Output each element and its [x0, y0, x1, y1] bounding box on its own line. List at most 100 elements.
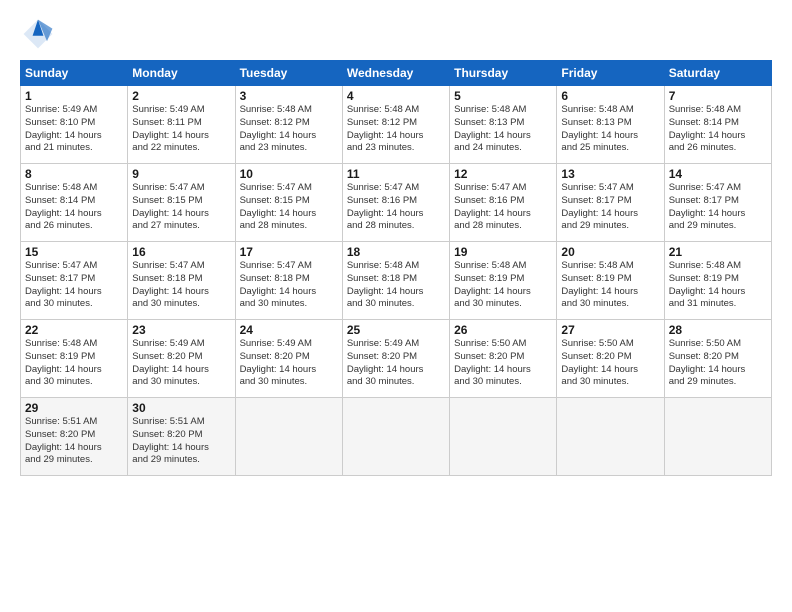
day-number: 19	[454, 245, 552, 259]
calendar-table: SundayMondayTuesdayWednesdayThursdayFrid…	[20, 60, 772, 476]
day-number: 8	[25, 167, 123, 181]
day-number: 22	[25, 323, 123, 337]
day-info: Sunrise: 5:50 AM Sunset: 8:20 PM Dayligh…	[669, 338, 767, 389]
calendar-cell: 16Sunrise: 5:47 AM Sunset: 8:18 PM Dayli…	[128, 242, 235, 320]
weekday-row: SundayMondayTuesdayWednesdayThursdayFrid…	[21, 61, 772, 86]
day-number: 17	[240, 245, 338, 259]
day-number: 15	[25, 245, 123, 259]
calendar-header: SundayMondayTuesdayWednesdayThursdayFrid…	[21, 61, 772, 86]
day-info: Sunrise: 5:47 AM Sunset: 8:17 PM Dayligh…	[561, 182, 659, 233]
calendar-week-row: 29Sunrise: 5:51 AM Sunset: 8:20 PM Dayli…	[21, 398, 772, 476]
day-info: Sunrise: 5:47 AM Sunset: 8:16 PM Dayligh…	[347, 182, 445, 233]
calendar-cell: 2Sunrise: 5:49 AM Sunset: 8:11 PM Daylig…	[128, 86, 235, 164]
day-info: Sunrise: 5:47 AM Sunset: 8:18 PM Dayligh…	[132, 260, 230, 311]
calendar-cell: 27Sunrise: 5:50 AM Sunset: 8:20 PM Dayli…	[557, 320, 664, 398]
day-number: 5	[454, 89, 552, 103]
day-number: 13	[561, 167, 659, 181]
day-info: Sunrise: 5:47 AM Sunset: 8:17 PM Dayligh…	[25, 260, 123, 311]
day-number: 1	[25, 89, 123, 103]
day-number: 11	[347, 167, 445, 181]
weekday-header: Thursday	[450, 61, 557, 86]
calendar-cell	[342, 398, 449, 476]
day-info: Sunrise: 5:49 AM Sunset: 8:20 PM Dayligh…	[347, 338, 445, 389]
day-number: 20	[561, 245, 659, 259]
day-info: Sunrise: 5:51 AM Sunset: 8:20 PM Dayligh…	[132, 416, 230, 467]
calendar-cell: 20Sunrise: 5:48 AM Sunset: 8:19 PM Dayli…	[557, 242, 664, 320]
day-info: Sunrise: 5:48 AM Sunset: 8:13 PM Dayligh…	[454, 104, 552, 155]
day-info: Sunrise: 5:48 AM Sunset: 8:12 PM Dayligh…	[347, 104, 445, 155]
calendar-cell	[450, 398, 557, 476]
logo	[20, 16, 60, 52]
calendar-cell: 8Sunrise: 5:48 AM Sunset: 8:14 PM Daylig…	[21, 164, 128, 242]
calendar-cell: 21Sunrise: 5:48 AM Sunset: 8:19 PM Dayli…	[664, 242, 771, 320]
day-info: Sunrise: 5:47 AM Sunset: 8:15 PM Dayligh…	[132, 182, 230, 233]
calendar-cell: 17Sunrise: 5:47 AM Sunset: 8:18 PM Dayli…	[235, 242, 342, 320]
day-info: Sunrise: 5:47 AM Sunset: 8:16 PM Dayligh…	[454, 182, 552, 233]
day-number: 27	[561, 323, 659, 337]
calendar-cell	[557, 398, 664, 476]
calendar-cell: 4Sunrise: 5:48 AM Sunset: 8:12 PM Daylig…	[342, 86, 449, 164]
day-number: 3	[240, 89, 338, 103]
calendar-week-row: 15Sunrise: 5:47 AM Sunset: 8:17 PM Dayli…	[21, 242, 772, 320]
calendar-cell: 3Sunrise: 5:48 AM Sunset: 8:12 PM Daylig…	[235, 86, 342, 164]
weekday-header: Tuesday	[235, 61, 342, 86]
day-number: 24	[240, 323, 338, 337]
calendar-week-row: 8Sunrise: 5:48 AM Sunset: 8:14 PM Daylig…	[21, 164, 772, 242]
day-info: Sunrise: 5:48 AM Sunset: 8:18 PM Dayligh…	[347, 260, 445, 311]
calendar-cell: 23Sunrise: 5:49 AM Sunset: 8:20 PM Dayli…	[128, 320, 235, 398]
weekday-header: Wednesday	[342, 61, 449, 86]
day-info: Sunrise: 5:49 AM Sunset: 8:20 PM Dayligh…	[132, 338, 230, 389]
day-info: Sunrise: 5:47 AM Sunset: 8:15 PM Dayligh…	[240, 182, 338, 233]
calendar-cell	[664, 398, 771, 476]
calendar-cell: 30Sunrise: 5:51 AM Sunset: 8:20 PM Dayli…	[128, 398, 235, 476]
calendar-cell: 22Sunrise: 5:48 AM Sunset: 8:19 PM Dayli…	[21, 320, 128, 398]
calendar-cell: 24Sunrise: 5:49 AM Sunset: 8:20 PM Dayli…	[235, 320, 342, 398]
calendar-cell	[235, 398, 342, 476]
calendar-cell: 11Sunrise: 5:47 AM Sunset: 8:16 PM Dayli…	[342, 164, 449, 242]
day-number: 6	[561, 89, 659, 103]
day-info: Sunrise: 5:48 AM Sunset: 8:19 PM Dayligh…	[25, 338, 123, 389]
day-info: Sunrise: 5:49 AM Sunset: 8:10 PM Dayligh…	[25, 104, 123, 155]
calendar-body: 1Sunrise: 5:49 AM Sunset: 8:10 PM Daylig…	[21, 86, 772, 476]
day-info: Sunrise: 5:50 AM Sunset: 8:20 PM Dayligh…	[454, 338, 552, 389]
calendar-cell: 6Sunrise: 5:48 AM Sunset: 8:13 PM Daylig…	[557, 86, 664, 164]
day-info: Sunrise: 5:49 AM Sunset: 8:20 PM Dayligh…	[240, 338, 338, 389]
day-info: Sunrise: 5:48 AM Sunset: 8:19 PM Dayligh…	[454, 260, 552, 311]
logo-icon	[20, 16, 56, 52]
calendar-cell: 18Sunrise: 5:48 AM Sunset: 8:18 PM Dayli…	[342, 242, 449, 320]
calendar-cell: 1Sunrise: 5:49 AM Sunset: 8:10 PM Daylig…	[21, 86, 128, 164]
calendar-cell: 28Sunrise: 5:50 AM Sunset: 8:20 PM Dayli…	[664, 320, 771, 398]
day-number: 16	[132, 245, 230, 259]
day-info: Sunrise: 5:51 AM Sunset: 8:20 PM Dayligh…	[25, 416, 123, 467]
day-number: 14	[669, 167, 767, 181]
calendar-cell: 29Sunrise: 5:51 AM Sunset: 8:20 PM Dayli…	[21, 398, 128, 476]
page: SundayMondayTuesdayWednesdayThursdayFrid…	[0, 0, 792, 612]
day-number: 25	[347, 323, 445, 337]
day-info: Sunrise: 5:48 AM Sunset: 8:12 PM Dayligh…	[240, 104, 338, 155]
weekday-header: Monday	[128, 61, 235, 86]
day-number: 26	[454, 323, 552, 337]
day-number: 23	[132, 323, 230, 337]
weekday-header: Friday	[557, 61, 664, 86]
day-number: 4	[347, 89, 445, 103]
day-number: 9	[132, 167, 230, 181]
calendar-cell: 14Sunrise: 5:47 AM Sunset: 8:17 PM Dayli…	[664, 164, 771, 242]
day-info: Sunrise: 5:47 AM Sunset: 8:17 PM Dayligh…	[669, 182, 767, 233]
day-info: Sunrise: 5:48 AM Sunset: 8:13 PM Dayligh…	[561, 104, 659, 155]
day-number: 10	[240, 167, 338, 181]
calendar-cell: 19Sunrise: 5:48 AM Sunset: 8:19 PM Dayli…	[450, 242, 557, 320]
day-info: Sunrise: 5:47 AM Sunset: 8:18 PM Dayligh…	[240, 260, 338, 311]
day-number: 28	[669, 323, 767, 337]
day-number: 29	[25, 401, 123, 415]
calendar-cell: 5Sunrise: 5:48 AM Sunset: 8:13 PM Daylig…	[450, 86, 557, 164]
day-info: Sunrise: 5:48 AM Sunset: 8:14 PM Dayligh…	[669, 104, 767, 155]
day-info: Sunrise: 5:49 AM Sunset: 8:11 PM Dayligh…	[132, 104, 230, 155]
calendar-cell: 26Sunrise: 5:50 AM Sunset: 8:20 PM Dayli…	[450, 320, 557, 398]
calendar-cell: 12Sunrise: 5:47 AM Sunset: 8:16 PM Dayli…	[450, 164, 557, 242]
day-info: Sunrise: 5:50 AM Sunset: 8:20 PM Dayligh…	[561, 338, 659, 389]
day-info: Sunrise: 5:48 AM Sunset: 8:19 PM Dayligh…	[561, 260, 659, 311]
calendar-cell: 25Sunrise: 5:49 AM Sunset: 8:20 PM Dayli…	[342, 320, 449, 398]
day-number: 2	[132, 89, 230, 103]
weekday-header: Sunday	[21, 61, 128, 86]
day-info: Sunrise: 5:48 AM Sunset: 8:14 PM Dayligh…	[25, 182, 123, 233]
